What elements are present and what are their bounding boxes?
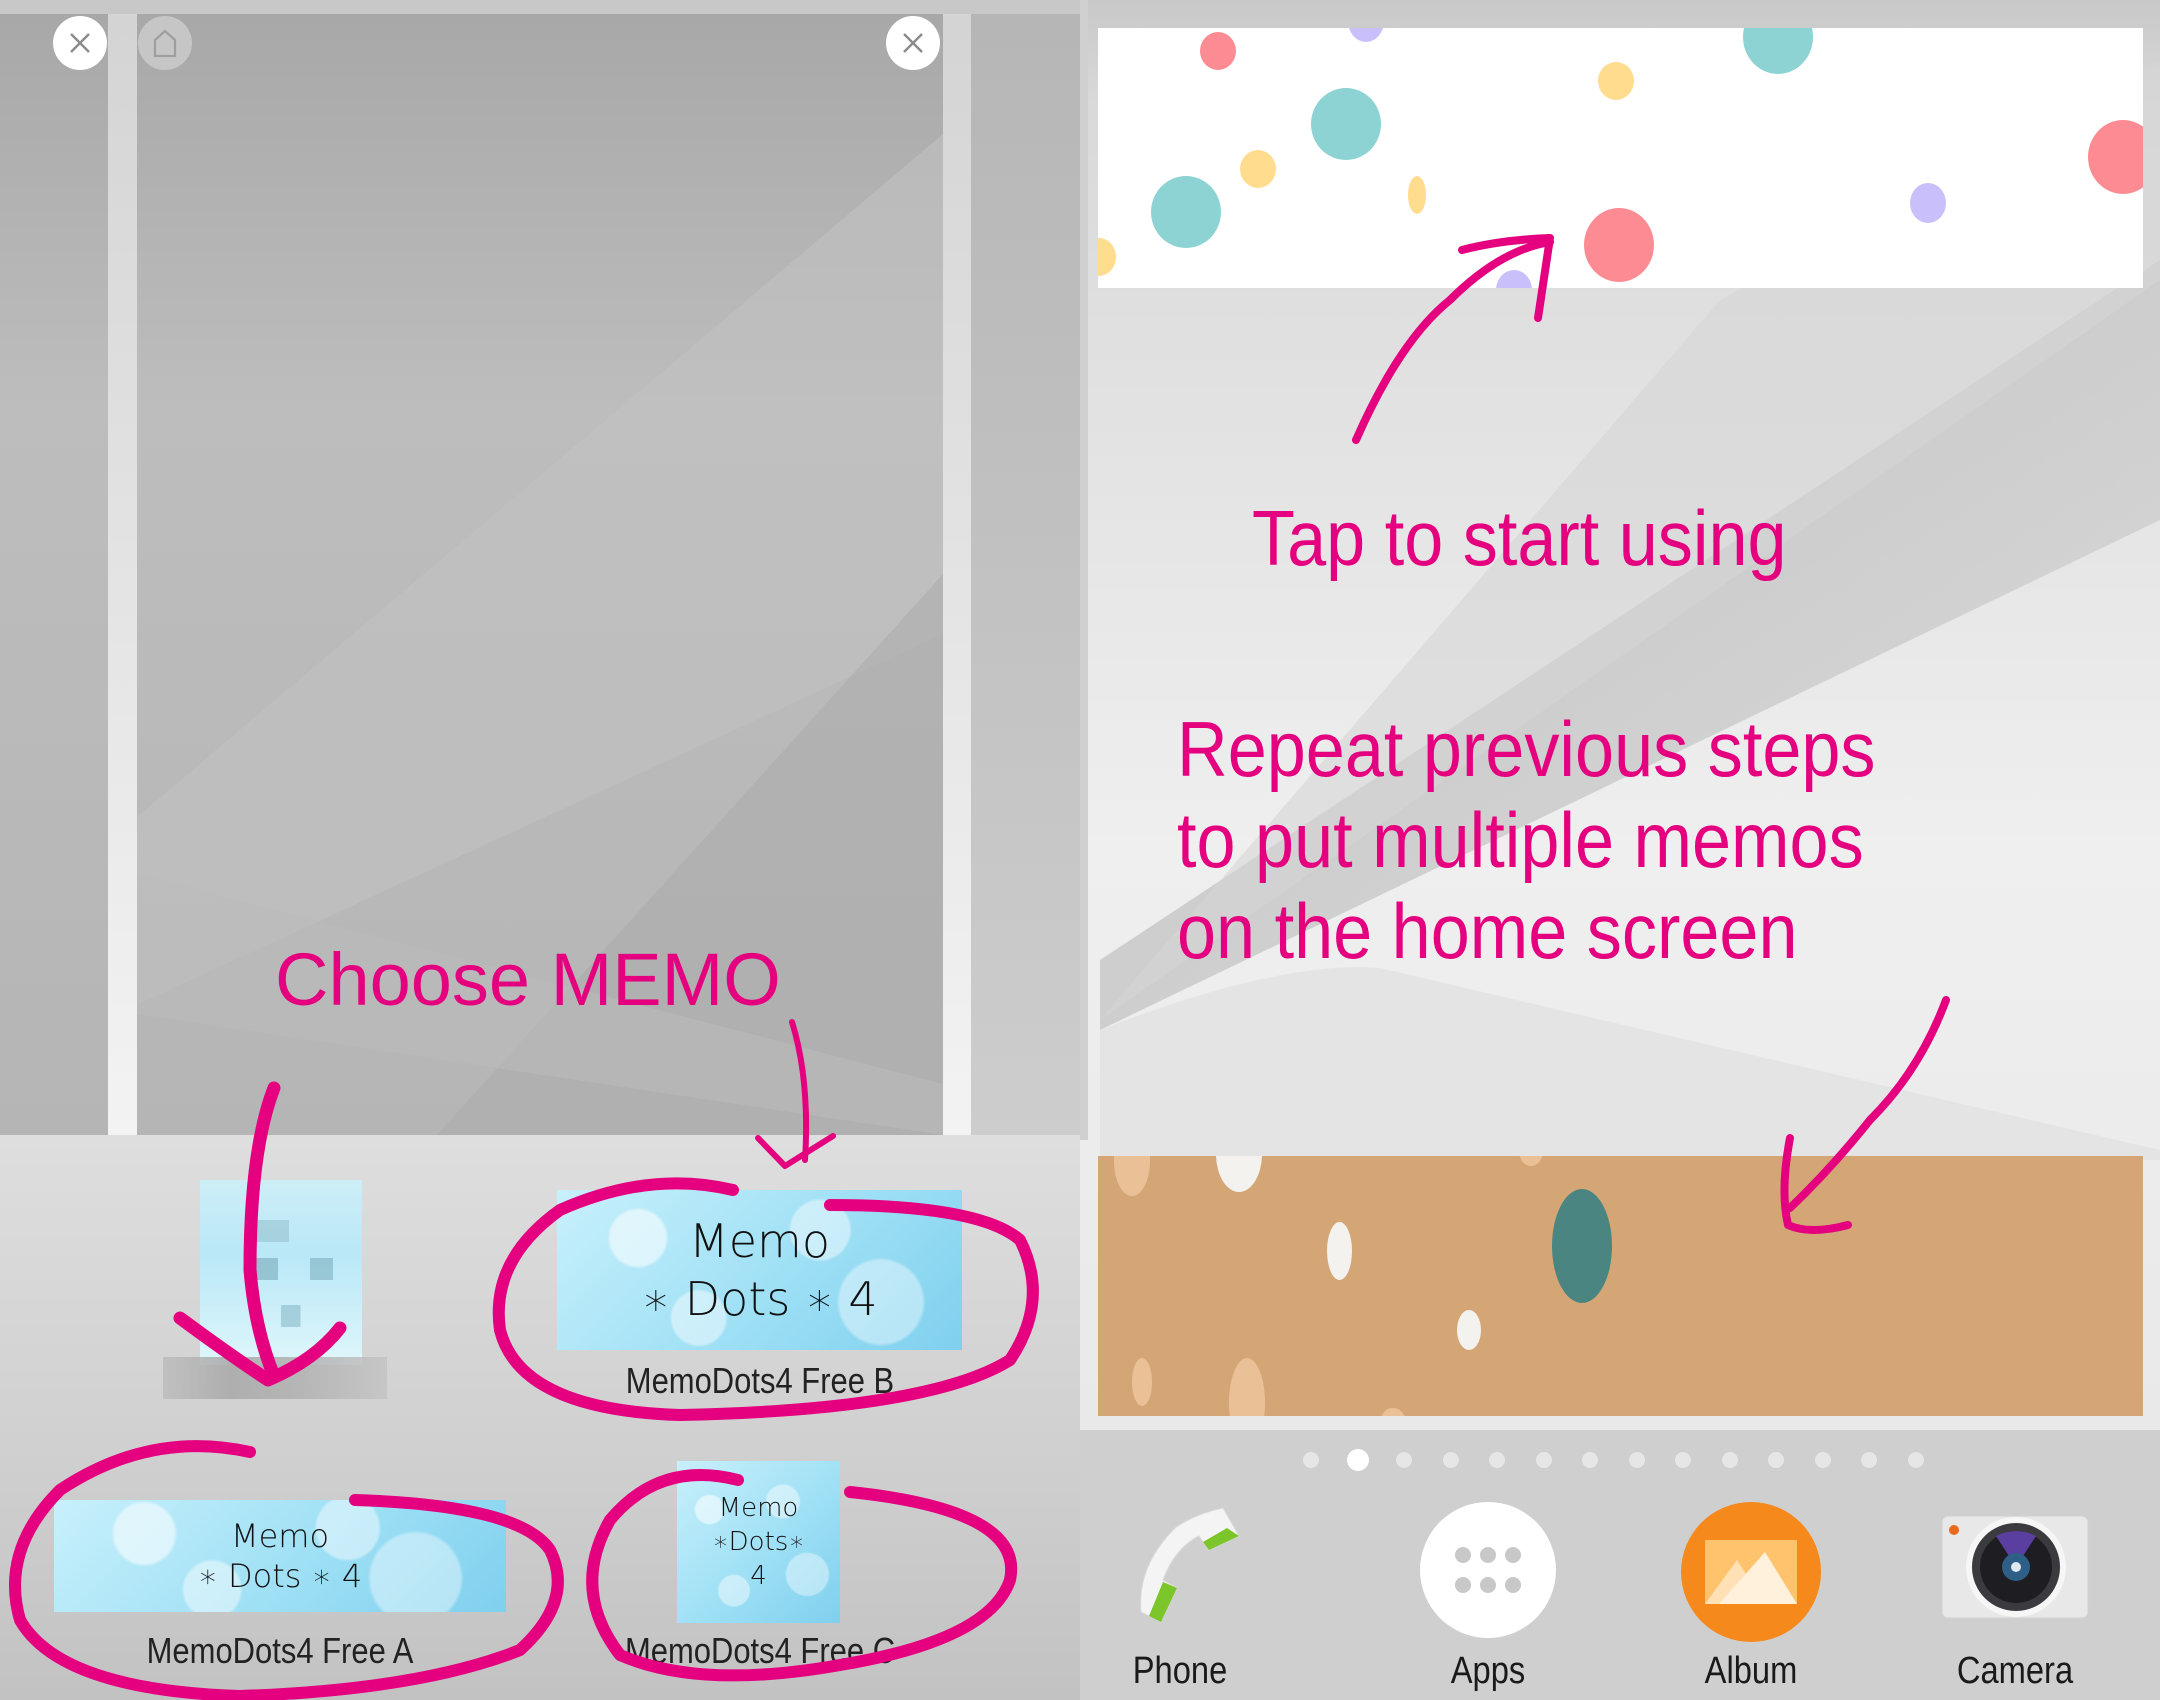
page-dot[interactable] xyxy=(1768,1452,1784,1468)
dock-phone[interactable]: Phone xyxy=(1080,1490,1280,1700)
dock-label: Album xyxy=(1704,1650,1798,1692)
page-dot[interactable] xyxy=(1396,1452,1412,1468)
annotation-repeat-line: Repeat previous steps xyxy=(1177,705,1876,793)
dock-apps[interactable]: Apps xyxy=(1388,1490,1588,1700)
decor-dot xyxy=(1380,1408,1406,1416)
widget-preview-subtitle: ∗ Dots ∗ 4 xyxy=(197,1557,363,1595)
widget-label-obscured xyxy=(163,1357,387,1399)
dock-label: Apps xyxy=(1450,1650,1526,1692)
decor-dot xyxy=(2088,120,2143,194)
widget-preview-title: Memo xyxy=(689,1214,830,1268)
widget-label-free-a: MemoDots4 Free A xyxy=(146,1630,414,1671)
widget-preview-subtitle: ∗ Dots ∗ 4 xyxy=(641,1272,878,1326)
home-page-thumbnail-right[interactable] xyxy=(971,14,1080,1135)
memo-widget-dots-white[interactable] xyxy=(1098,28,2143,288)
page-dot[interactable] xyxy=(1628,1452,1645,1468)
page-indicator[interactable] xyxy=(1080,1445,2160,1475)
decor-dot xyxy=(1240,150,1276,188)
decor-dot xyxy=(1200,32,1236,70)
camera-icon xyxy=(1941,1515,2089,1619)
decor-dot xyxy=(1519,1156,1543,1166)
page-gutter xyxy=(108,14,137,1135)
widget-preview-title: Memo xyxy=(718,1493,799,1523)
page-dot[interactable] xyxy=(1489,1452,1505,1468)
widget-picker-screen: Memo ∗ Dots ∗ 4 MemoDots4 Free B Memo ∗ … xyxy=(0,0,1080,1700)
decor-dot xyxy=(1327,1222,1352,1280)
dock-camera[interactable]: Camera xyxy=(1915,1490,2115,1700)
page-dot[interactable] xyxy=(1582,1452,1598,1468)
widget-preview-free-b[interactable]: Memo ∗ Dots ∗ 4 xyxy=(557,1190,962,1350)
page-dot[interactable] xyxy=(1303,1452,1319,1468)
close-icon xyxy=(70,33,90,53)
widget-preview-title: Memo xyxy=(230,1517,330,1555)
page-gutter xyxy=(943,14,972,1135)
widget-preview-obscured[interactable] xyxy=(200,1180,362,1365)
page-dot[interactable] xyxy=(1814,1452,1831,1468)
decor-dot xyxy=(1114,1156,1150,1196)
decor-dot xyxy=(1098,238,1116,276)
decor-dot xyxy=(1311,88,1381,160)
decor-dot xyxy=(1132,1358,1152,1406)
page-dot[interactable] xyxy=(1907,1452,1924,1468)
home-page-thumbnail-left[interactable] xyxy=(0,14,108,1135)
remove-page-button[interactable] xyxy=(53,16,107,70)
remove-page-button[interactable] xyxy=(886,16,940,70)
annotation-repeat-line: to put multiple memos xyxy=(1177,796,1864,884)
widget-preview-free-c[interactable]: Memo ∗Dots∗ 4 xyxy=(677,1461,840,1623)
decor-dot xyxy=(1348,28,1384,42)
decor-dot xyxy=(1151,176,1221,248)
page-dot[interactable] xyxy=(1535,1452,1552,1468)
decor-dot xyxy=(1229,1358,1265,1416)
decor-dot xyxy=(1584,208,1654,282)
home-icon xyxy=(153,29,177,57)
widget-preview-number: 4 xyxy=(750,1561,767,1591)
page-dot-active[interactable] xyxy=(1346,1449,1369,1471)
album-icon xyxy=(1681,1502,1821,1642)
dock-album[interactable]: Album xyxy=(1651,1490,1851,1700)
set-home-page-button[interactable] xyxy=(138,16,192,70)
annotation-tap-to-start: Tap to start using xyxy=(1252,494,1787,582)
annotation-choose-memo: Choose MEMO xyxy=(275,938,781,1021)
page-dot[interactable] xyxy=(1721,1452,1738,1468)
close-icon xyxy=(903,33,923,53)
decor-dot xyxy=(1408,176,1426,214)
page-dot[interactable] xyxy=(1675,1452,1691,1468)
widget-preview-subtitle: ∗Dots∗ xyxy=(712,1527,805,1557)
memo-widget-dots-tan[interactable] xyxy=(1098,1156,2143,1416)
dock-label: Camera xyxy=(1956,1650,2074,1692)
decor-dot xyxy=(1598,62,1634,100)
decor-dot xyxy=(1496,270,1532,288)
page-dot[interactable] xyxy=(1442,1452,1459,1468)
dock-label: Phone xyxy=(1132,1650,1228,1692)
apps-grid-icon xyxy=(1420,1502,1556,1638)
decor-dot xyxy=(1743,28,1813,74)
decor-dot xyxy=(1216,1156,1262,1192)
decor-dot xyxy=(1552,1189,1612,1303)
annotation-repeat: Repeat previous steps to put multiple me… xyxy=(1177,704,1876,977)
page-dot[interactable] xyxy=(1861,1452,1877,1468)
decor-dot xyxy=(1457,1310,1481,1350)
decor-dot xyxy=(1910,183,1946,223)
widget-preview-free-a[interactable]: Memo ∗ Dots ∗ 4 xyxy=(54,1500,506,1612)
annotation-repeat-line: on the home screen xyxy=(1177,887,1798,975)
widget-label-free-b: MemoDots4 Free B xyxy=(625,1360,895,1401)
phone-icon xyxy=(1140,1507,1240,1623)
widget-label-free-c: MemoDots4 Free C xyxy=(624,1630,896,1671)
